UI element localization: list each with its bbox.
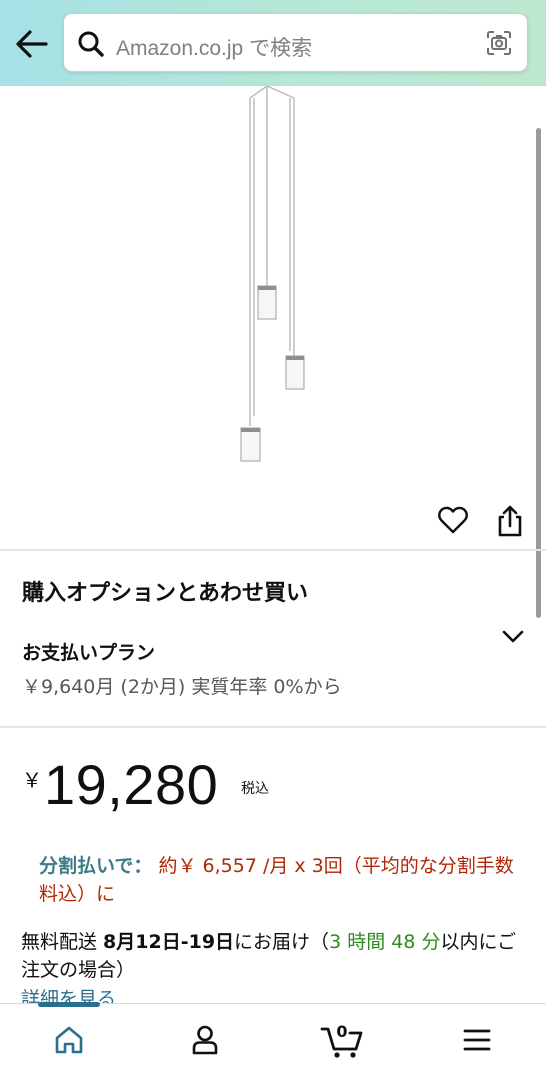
hamburger-menu-icon (463, 1029, 491, 1051)
nav-cart[interactable]: 0 (318, 1018, 366, 1062)
section-divider (0, 549, 546, 551)
share-icon[interactable] (496, 504, 524, 538)
price-value: 19,280 (44, 753, 219, 816)
bottom-navigation: 0 (0, 1002, 546, 1080)
arrow-left-icon (16, 30, 48, 58)
tax-note: 税込 (241, 781, 269, 797)
installment-label: 分割払いで： (39, 855, 153, 877)
section-divider (0, 726, 546, 728)
purchase-options-title: 購入オプションとあわせ買い (22, 581, 309, 606)
price-currency: ￥ (22, 768, 42, 792)
camera-scan-icon[interactable] (485, 29, 513, 57)
image-scrollbar[interactable] (536, 128, 541, 618)
product-page: Amazon.co.jp で検索 購入オプションとあわせ買い お支払いプラン ￥… (0, 0, 546, 1080)
search-icon (78, 31, 104, 57)
product-image (240, 86, 305, 462)
delivery-countdown: 3 時間 48 分 (329, 931, 441, 953)
top-header: Amazon.co.jp で検索 (0, 0, 546, 86)
nav-account[interactable] (183, 1018, 227, 1062)
person-icon (192, 1025, 218, 1055)
search-input[interactable]: Amazon.co.jp で検索 (63, 13, 528, 72)
search-placeholder: Amazon.co.jp で検索 (116, 37, 313, 60)
delivery-middle: にお届け（ (234, 931, 330, 953)
delivery-prefix: 無料配送 (21, 931, 104, 953)
payment-plan-label[interactable]: お支払いプラン (22, 638, 155, 665)
chevron-down-icon[interactable] (500, 624, 526, 648)
nav-menu[interactable] (455, 1018, 499, 1062)
installment-info: 分割払いで： 約￥ 6,557 /月 x 3回（平均的な分割手数料込）に (39, 852, 519, 908)
heart-icon[interactable] (437, 504, 469, 536)
delivery-info: 無料配送 8月12日-19日にお届け（3 時間 48 分以内にご注文の場合） (21, 928, 531, 984)
cart-count-badge: 0 (336, 1022, 348, 1041)
home-icon (55, 1026, 83, 1054)
nav-home[interactable] (47, 1018, 91, 1062)
delivery-date: 8月12日-19日 (103, 931, 235, 953)
active-tab-indicator (38, 1002, 100, 1007)
back-button[interactable] (12, 24, 52, 64)
payment-plan-detail: ￥9,640月 (2か月) 実質年率 0%から (22, 676, 342, 698)
product-image-gallery[interactable] (0, 86, 546, 618)
